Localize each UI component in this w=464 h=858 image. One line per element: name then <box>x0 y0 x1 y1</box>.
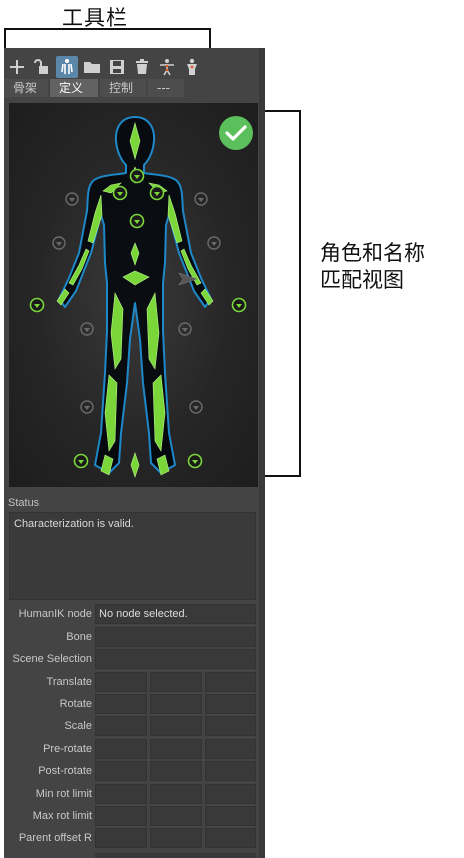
humanik-node-label: HumanIK node <box>18 608 92 620</box>
translate-label: Translate <box>46 676 92 688</box>
view-callout-label: 角色和名称 匹配视图 <box>320 240 425 294</box>
status-label: Status <box>8 497 40 509</box>
post-rotate-label: Post-rotate <box>38 765 92 777</box>
status-message-box: Characterization is valid. <box>9 512 256 600</box>
parent-offset-label: Parent offset R <box>18 832 92 844</box>
min-rot-limit-y-field[interactable] <box>150 784 202 804</box>
delete-button[interactable] <box>131 56 153 78</box>
translate-row: Translate <box>4 672 260 692</box>
rotate-z-field[interactable] <box>205 694 256 714</box>
scale-x-field[interactable] <box>95 716 147 736</box>
post-rotate-row: Post-rotate <box>4 761 260 781</box>
humanik-node-row: HumanIK node No node selected. <box>4 604 260 624</box>
tab-skeleton[interactable]: 骨架 <box>4 79 48 97</box>
body-mapping-button[interactable] <box>56 56 78 78</box>
view-callout-line-1: 角色和名称 <box>320 241 425 265</box>
pre-rotate-z-field[interactable] <box>205 739 256 759</box>
scene-selection-label: Scene Selection <box>12 653 93 665</box>
trash-icon <box>136 59 148 74</box>
status-message: Characterization is valid. <box>14 518 134 530</box>
post-rotate-y-field[interactable] <box>150 761 202 781</box>
min-rot-limit-z-field[interactable] <box>205 784 256 804</box>
view-callout-bracket <box>262 110 301 477</box>
panel-scroll-edge[interactable] <box>259 48 265 858</box>
scale-label: Scale <box>64 720 92 732</box>
parent-offset-x-field[interactable] <box>95 828 147 848</box>
min-rot-limit-x-field[interactable] <box>95 784 147 804</box>
lock-icon <box>34 59 48 74</box>
rotate-row: Rotate <box>4 694 260 714</box>
character-button[interactable] <box>181 56 203 78</box>
max-rot-limit-label: Max rot limit <box>32 810 92 822</box>
max-rot-limit-x-field[interactable] <box>95 806 147 826</box>
next-row-partial <box>95 853 256 858</box>
rotate-y-field[interactable] <box>150 694 202 714</box>
max-rot-limit-row: Max rot limit <box>4 806 260 826</box>
pre-rotate-row: Pre-rotate <box>4 739 260 759</box>
parent-offset-z-field[interactable] <box>205 828 256 848</box>
parent-offset-y-field[interactable] <box>150 828 202 848</box>
scale-y-field[interactable] <box>150 716 202 736</box>
character-controls-panel: 骨架 定义 控制 --- Status Characterization is … <box>4 48 265 858</box>
plus-icon <box>10 60 24 74</box>
toolbar <box>4 56 214 78</box>
tab-bar: 骨架 定义 控制 --- <box>4 79 184 97</box>
create-button[interactable] <box>6 56 28 78</box>
post-rotate-x-field[interactable] <box>95 761 147 781</box>
pre-rotate-label: Pre-rotate <box>43 743 92 755</box>
skeleton-figure-icon <box>160 59 174 76</box>
translate-z-field[interactable] <box>205 672 256 692</box>
character-mapping-view[interactable] <box>9 103 258 487</box>
character-figure <box>29 116 253 478</box>
parent-offset-row: Parent offset R <box>4 828 260 848</box>
pre-rotate-y-field[interactable] <box>150 739 202 759</box>
pre-rotate-x-field[interactable] <box>95 739 147 759</box>
min-rot-limit-row: Min rot limit <box>4 784 260 804</box>
view-callout-line-2: 匹配视图 <box>320 268 404 292</box>
root-bone <box>130 452 140 478</box>
body-mapping-icon <box>61 59 73 74</box>
bone-label: Bone <box>66 631 92 643</box>
lock-button[interactable] <box>31 56 53 78</box>
translate-x-field[interactable] <box>95 672 147 692</box>
scale-z-field[interactable] <box>205 716 256 736</box>
save-icon <box>110 60 124 74</box>
bone-field[interactable] <box>95 627 256 647</box>
skeleton-button[interactable] <box>156 56 178 78</box>
scene-selection-field[interactable] <box>95 649 256 669</box>
folder-icon <box>84 62 100 73</box>
scale-row: Scale <box>4 716 260 736</box>
tab-more[interactable]: --- <box>148 79 184 97</box>
bone-row: Bone <box>4 627 260 647</box>
rotate-x-field[interactable] <box>95 694 147 714</box>
tab-controls[interactable]: 控制 <box>100 79 146 97</box>
open-button[interactable] <box>81 56 103 78</box>
translate-y-field[interactable] <box>150 672 202 692</box>
humanik-node-field[interactable]: No node selected. <box>95 604 256 624</box>
scene-selection-row: Scene Selection <box>4 649 260 669</box>
max-rot-limit-y-field[interactable] <box>150 806 202 826</box>
post-rotate-z-field[interactable] <box>205 761 256 781</box>
rotate-label: Rotate <box>59 698 92 710</box>
max-rot-limit-z-field[interactable] <box>205 806 256 826</box>
tab-definition[interactable]: 定义 <box>50 79 98 97</box>
min-rot-limit-label: Min rot limit <box>35 788 92 800</box>
save-button[interactable] <box>106 56 128 78</box>
character-figure-icon <box>187 58 197 75</box>
valid-check-icon <box>219 116 253 150</box>
